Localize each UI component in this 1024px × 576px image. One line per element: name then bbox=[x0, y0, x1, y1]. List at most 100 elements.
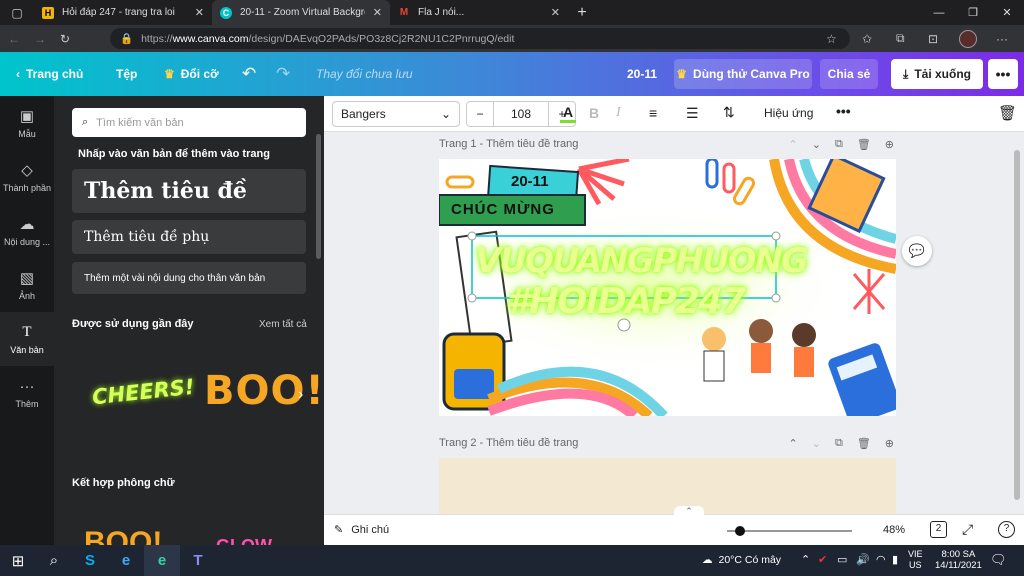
sidebar-item-uploads[interactable]: ☁ Nội dung ... bbox=[0, 204, 54, 258]
restore-icon[interactable]: ❐ bbox=[956, 0, 990, 25]
favorites-icon[interactable]: ✩ bbox=[862, 32, 872, 46]
sidebar-item-elements[interactable]: ◇ Thành phần bbox=[0, 150, 54, 204]
weather-widget[interactable]: ☁ 20°C Có mây bbox=[702, 554, 781, 566]
notes-button[interactable]: ✎ Ghi chú bbox=[334, 523, 389, 537]
text-color-button[interactable]: A bbox=[560, 104, 576, 123]
new-tab-icon[interactable]: + bbox=[568, 0, 596, 25]
page-1-canvas[interactable]: 20-11 CHÚC MỪNG VUQUANGPHUONG #HOIDAP247 bbox=[439, 159, 896, 416]
chevron-up-icon[interactable]: ⌃ bbox=[789, 138, 798, 151]
language-indicator[interactable]: VIE US bbox=[908, 549, 923, 571]
main-text-line1[interactable]: VUQUANGPHUONG bbox=[475, 241, 809, 281]
list-icon[interactable]: ☰ bbox=[686, 105, 699, 122]
forward-icon[interactable]: → bbox=[34, 32, 46, 46]
battery-icon[interactable]: ▮ bbox=[892, 553, 898, 566]
sidebar-item-more[interactable]: ··· Thêm bbox=[0, 366, 54, 420]
recent-font-cheers[interactable]: CHEERS! bbox=[91, 375, 196, 410]
chevron-right-icon[interactable]: › bbox=[298, 386, 303, 404]
chevron-up-icon[interactable]: ⌃ bbox=[674, 506, 704, 518]
sidebar-item-templates[interactable]: ▣ Mẫu bbox=[0, 96, 54, 150]
chevron-down-icon[interactable]: ⌄ bbox=[812, 437, 821, 450]
more-menu-icon[interactable]: ··· bbox=[996, 32, 1008, 46]
url-field[interactable]: 🔒 https://www.canva.com/design/DAEvqO2PA… bbox=[110, 28, 850, 49]
minimize-icon[interactable]: — bbox=[922, 0, 956, 25]
add-body-button[interactable]: Thêm một vài nội dung cho thân văn bản bbox=[72, 262, 306, 294]
download-button[interactable]: ⤓ Tải xuống bbox=[891, 59, 983, 89]
see-all-link[interactable]: Xem tất cả bbox=[259, 319, 307, 330]
banner-text[interactable]: CHÚC MỪNG bbox=[451, 201, 555, 218]
effects-button[interactable]: Hiệu ứng bbox=[764, 106, 813, 120]
browser-tab-canva[interactable]: C 20-11 - Zoom Virtual Backgroun ✕ bbox=[212, 0, 390, 25]
chevron-up-icon[interactable]: ⌃ bbox=[789, 437, 798, 450]
design-name[interactable]: 20-11 bbox=[627, 67, 657, 81]
page-2-canvas[interactable] bbox=[439, 458, 896, 514]
clock[interactable]: 8:00 SA 14/11/2021 bbox=[935, 549, 982, 571]
panel-scrollbar[interactable] bbox=[316, 134, 321, 259]
back-icon[interactable]: ← bbox=[8, 32, 20, 46]
home-button[interactable]: ‹ Trang chủ bbox=[16, 67, 83, 81]
profile-avatar[interactable] bbox=[959, 29, 977, 48]
skype-icon[interactable]: S bbox=[72, 545, 108, 576]
delete-page-icon[interactable]: 🗑 bbox=[857, 138, 871, 151]
sidebar-item-photos[interactable]: ▧ Ảnh bbox=[0, 258, 54, 312]
recent-font-boo[interactable]: BOO! bbox=[204, 368, 324, 414]
sidebar-item-text[interactable]: T Văn bản bbox=[0, 312, 54, 366]
align-center-icon[interactable]: ≡ bbox=[649, 105, 657, 121]
teams-icon[interactable]: T bbox=[180, 545, 216, 576]
redo-button[interactable]: ↷ bbox=[276, 64, 290, 84]
browser-tab-gmail[interactable]: M Fla J nói... ✕ bbox=[390, 0, 568, 25]
main-text-line2[interactable]: #HOIDAP247 bbox=[475, 281, 775, 322]
zoom-value[interactable]: 48% bbox=[883, 524, 905, 536]
page2-title[interactable]: Trang 2 - Thêm tiêu đề trang bbox=[439, 437, 578, 449]
add-favorite-icon[interactable]: ☆ bbox=[826, 32, 837, 46]
trash-icon[interactable]: 🗑 bbox=[998, 104, 1017, 122]
duplicate-page-icon[interactable]: ⧉ bbox=[835, 437, 843, 450]
wifi-icon[interactable]: ◠ bbox=[876, 553, 886, 566]
bold-icon[interactable]: B bbox=[589, 105, 599, 121]
italic-icon[interactable]: I bbox=[616, 105, 621, 121]
notifications-icon[interactable]: 🗨 bbox=[990, 552, 1007, 568]
add-heading-button[interactable]: Thêm tiêu đề bbox=[72, 169, 306, 213]
tab-actions-icon[interactable]: ▢ bbox=[0, 0, 34, 25]
text-search-input[interactable]: ⌕ Tìm kiếm văn bản bbox=[72, 108, 306, 137]
page-count-button[interactable]: 2 bbox=[930, 521, 947, 538]
try-pro-button[interactable]: ♛ Dùng thử Canva Pro bbox=[674, 59, 812, 89]
more-options-button[interactable]: ••• bbox=[988, 59, 1018, 89]
share-button[interactable]: Chia sẻ bbox=[820, 59, 878, 89]
font-size-value[interactable]: 108 bbox=[493, 102, 549, 126]
close-tab-icon[interactable]: ✕ bbox=[373, 6, 382, 19]
file-menu-button[interactable]: Tệp bbox=[116, 67, 137, 81]
volume-icon[interactable]: 🔊 bbox=[856, 553, 870, 566]
undo-button[interactable]: ↶ bbox=[242, 64, 256, 84]
windows-start-icon[interactable]: ⊞ bbox=[0, 545, 36, 576]
help-icon[interactable]: ? bbox=[998, 521, 1015, 538]
combo-font-glow[interactable]: GLOW bbox=[216, 536, 272, 545]
internet-explorer-icon[interactable]: e bbox=[108, 545, 144, 576]
delete-page-icon[interactable]: 🗑 bbox=[857, 437, 871, 450]
tray-app-icon[interactable]: ✔ bbox=[818, 553, 827, 566]
fullscreen-icon[interactable]: ⤢ bbox=[962, 521, 973, 538]
spacing-icon[interactable]: ⇅ bbox=[723, 104, 735, 121]
network-icon[interactable]: ▭ bbox=[837, 553, 847, 566]
add-page-icon[interactable]: ⊕ bbox=[885, 138, 894, 151]
edge-icon[interactable]: e bbox=[144, 545, 180, 576]
comment-button[interactable]: 💬 bbox=[902, 236, 932, 266]
decrease-size-icon[interactable]: − bbox=[467, 107, 493, 121]
chevron-down-icon[interactable]: ⌄ bbox=[812, 138, 821, 151]
collections-icon[interactable]: ⧉ bbox=[896, 31, 905, 46]
browser-tab-hoidap[interactable]: H Hỏi đáp 247 - trang tra loi ✕ bbox=[34, 0, 212, 25]
duplicate-page-icon[interactable]: ⧉ bbox=[835, 138, 843, 151]
zoom-slider-handle[interactable] bbox=[734, 526, 745, 536]
canvas-scrollbar[interactable] bbox=[1014, 150, 1020, 500]
font-select[interactable]: Bangers ⌄ bbox=[332, 101, 460, 127]
close-window-icon[interactable]: ✕ bbox=[990, 0, 1024, 25]
refresh-icon[interactable]: ↻ bbox=[60, 32, 70, 46]
zoom-slider[interactable] bbox=[727, 526, 852, 536]
more-dots-icon[interactable]: ••• bbox=[836, 103, 851, 119]
search-icon[interactable]: ⌕ bbox=[36, 545, 72, 576]
add-page-icon[interactable]: ⊕ bbox=[885, 437, 894, 450]
page1-title[interactable]: Trang 1 - Thêm tiêu đề trang bbox=[439, 138, 578, 150]
date-tag-text[interactable]: 20-11 bbox=[511, 173, 549, 190]
extensions-icon[interactable]: ⊡ bbox=[928, 32, 938, 46]
close-tab-icon[interactable]: ✕ bbox=[195, 6, 204, 19]
close-tab-icon[interactable]: ✕ bbox=[551, 6, 560, 19]
